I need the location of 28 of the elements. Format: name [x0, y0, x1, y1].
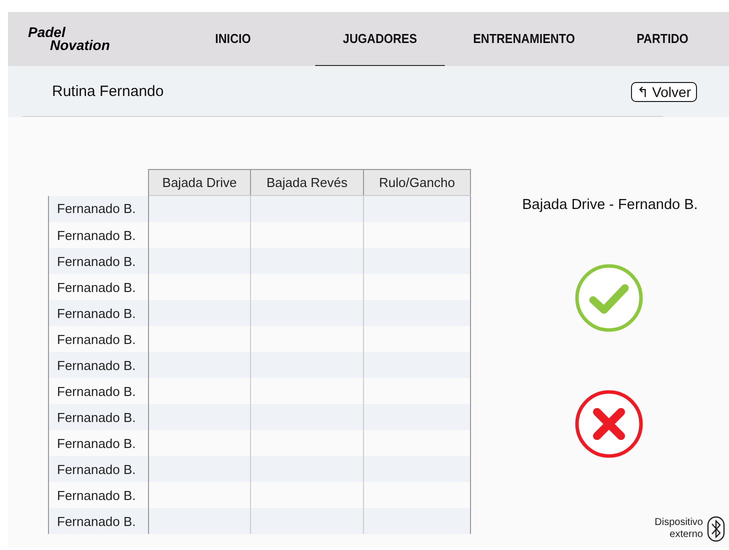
table-cell: Fernanado B. [48, 222, 148, 248]
evaluation-title: Bajada Drive - Fernando B. [522, 197, 698, 213]
logo-text: Novation [50, 39, 110, 52]
close-icon[interactable] [575, 390, 643, 458]
table-cell: Fernanado B. [48, 274, 148, 300]
column-header: Bajada Revés [250, 170, 364, 196]
bluetooth-icon[interactable] [707, 516, 725, 542]
table-cell: Fernanado B. [48, 300, 148, 326]
device-label: Dispositivo externo [654, 517, 703, 541]
nav-tab[interactable]: PARTIDO [602, 12, 722, 66]
table-cell: Fernanado B. [48, 482, 148, 508]
column-header: Bajada Drive [148, 170, 250, 196]
back-button[interactable]: ↰ Volver [631, 82, 697, 102]
column-header: Rulo/Gancho [364, 170, 470, 196]
check-icon[interactable] [575, 264, 643, 332]
table-cell: Fernanado B. [48, 248, 148, 274]
table-cell: Fernanado B. [48, 508, 148, 534]
table-cell: Fernanado B. [48, 352, 148, 378]
table-cell: Fernanado B. [48, 404, 148, 430]
nav-tab[interactable]: INICIO [166, 12, 300, 66]
table-cell: Fernanado B. [48, 196, 148, 222]
logo-text: Padel [28, 26, 66, 39]
table-cell: Fernanado B. [48, 430, 148, 456]
page-title: Rutina Fernando [52, 83, 164, 100]
table-cell: Fernanado B. [48, 326, 148, 352]
table-cell: Fernanado B. [48, 456, 148, 482]
table-cell: Fernanado B. [48, 378, 148, 404]
nav-tab[interactable]: ENTRENAMIENTO [459, 12, 589, 66]
